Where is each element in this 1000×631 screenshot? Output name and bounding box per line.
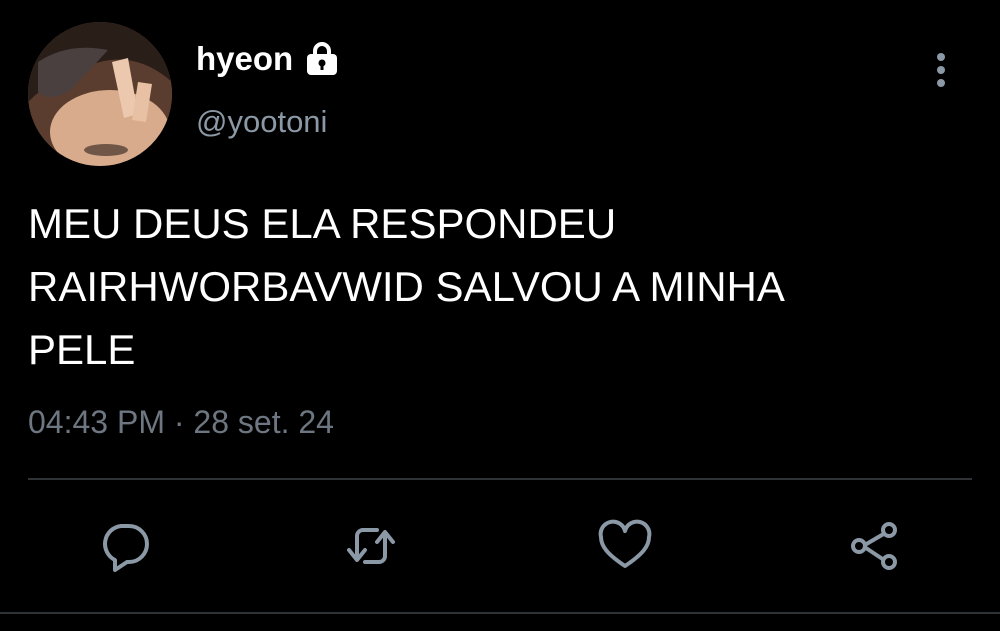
heart-icon xyxy=(598,519,652,568)
retweet-icon xyxy=(347,528,395,564)
avatar[interactable] xyxy=(28,22,172,166)
user-handle[interactable]: @yootoni xyxy=(196,104,327,140)
lock-icon xyxy=(303,41,341,77)
reply-button[interactable] xyxy=(97,518,153,574)
like-button[interactable] xyxy=(597,518,653,574)
user-name-row: hyeon xyxy=(196,40,341,78)
tweet-text: MEU DEUS ELA RESPONDEU RAIRHWORBAVWID SA… xyxy=(28,200,785,373)
divider-bottom xyxy=(0,612,1000,614)
retweet-button[interactable] xyxy=(343,518,399,574)
share-icon xyxy=(851,522,897,570)
display-name[interactable]: hyeon xyxy=(196,40,293,78)
reply-icon xyxy=(103,524,149,572)
tweet-card: hyeon @yootoni MEU DEUS ELA RESPONDEU RA… xyxy=(0,0,1000,631)
profile-photo-icon xyxy=(28,22,172,166)
share-button[interactable] xyxy=(847,518,903,574)
divider xyxy=(28,478,972,480)
more-vertical-icon[interactable] xyxy=(928,50,954,90)
tweet-timestamp[interactable]: 04:43 PM · 28 set. 24 xyxy=(28,404,334,441)
